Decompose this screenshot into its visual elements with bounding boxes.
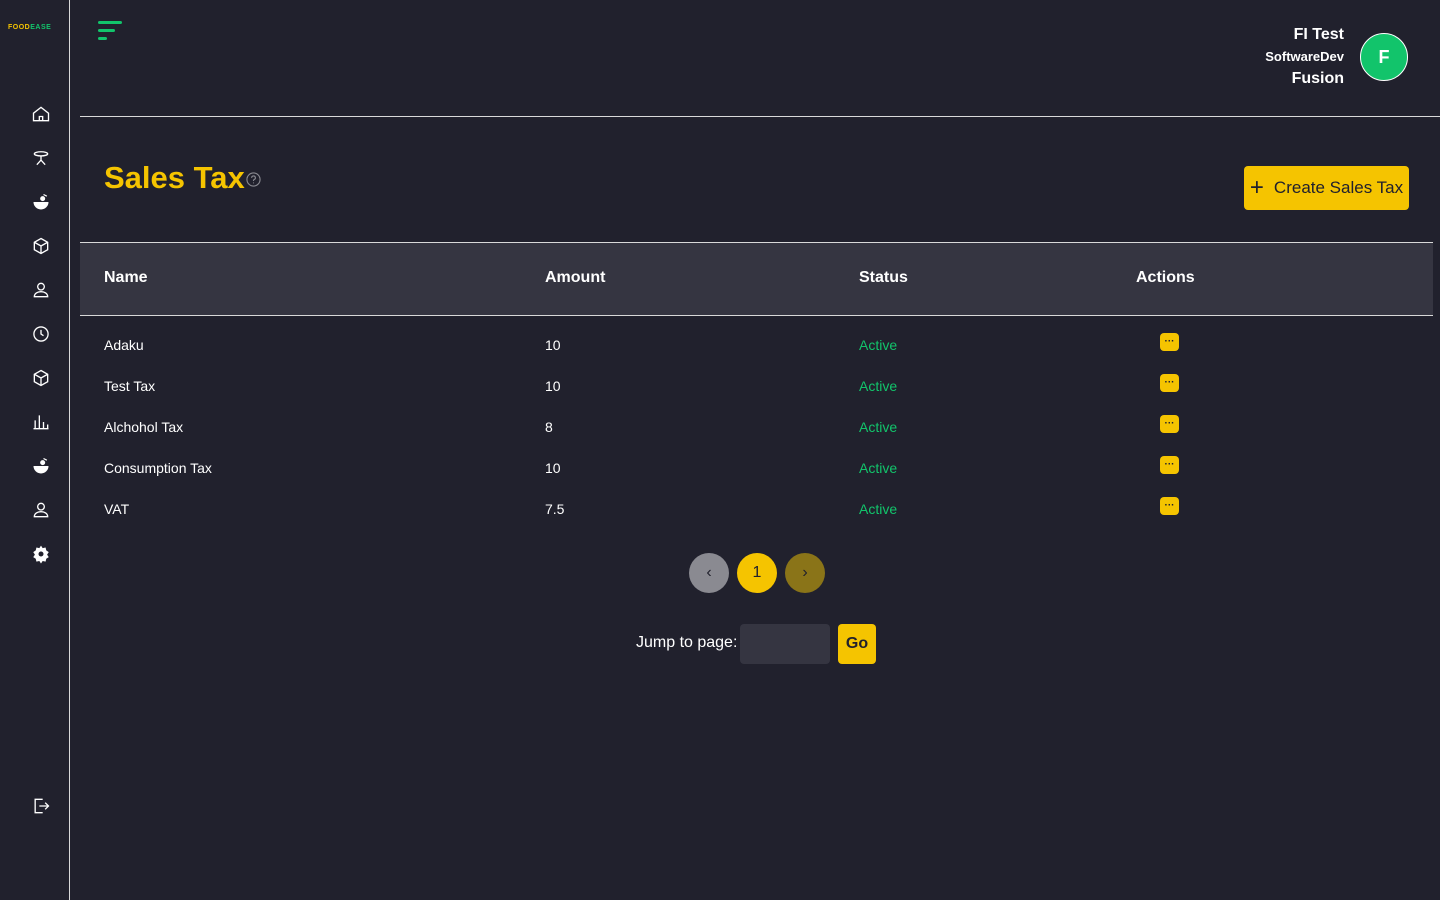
column-header-name[interactable]: Name — [104, 269, 148, 287]
status-badge: Active — [859, 460, 898, 476]
column-header-status[interactable]: Status — [859, 269, 908, 287]
header-divider — [80, 116, 1440, 117]
help-icon[interactable] — [246, 172, 261, 187]
column-header-actions: Actions — [1136, 269, 1195, 286]
user-name: FI Test — [1293, 26, 1344, 43]
menu-toggle-icon[interactable] — [98, 20, 124, 42]
sidebar-item-inventory[interactable] — [29, 234, 53, 258]
cell-amount: 10 — [545, 378, 561, 394]
chevron-right-icon: › — [802, 564, 808, 581]
sidebar-item-kitchen[interactable] — [29, 454, 53, 478]
box-icon — [33, 369, 49, 387]
table-row: Test Tax 10 Active ··· — [80, 366, 1433, 407]
cell-amount: 10 — [545, 337, 561, 353]
avatar[interactable]: F — [1360, 33, 1408, 81]
dining-table-icon — [33, 151, 49, 166]
row-actions-button[interactable]: ··· — [1160, 415, 1179, 433]
bar-chart-icon — [33, 415, 49, 430]
gear-icon — [33, 545, 49, 564]
user-organization: SoftwareDev — [1265, 49, 1344, 64]
cell-amount: 10 — [545, 460, 561, 476]
table-row: Alchohol Tax 8 Active ··· — [80, 407, 1433, 448]
box-icon — [33, 237, 49, 255]
row-actions-button[interactable]: ··· — [1160, 456, 1179, 474]
table-row: VAT 7.5 Active ··· — [80, 489, 1433, 530]
sidebar-item-staff[interactable] — [29, 498, 53, 522]
table-row: Adaku 10 Active ··· — [80, 325, 1433, 366]
row-actions-button[interactable]: ··· — [1160, 333, 1179, 351]
sidebar-item-history[interactable] — [29, 322, 53, 346]
cell-name: Adaku — [104, 337, 144, 353]
sidebar-item-settings[interactable] — [29, 542, 53, 566]
jump-to-page-label: Jump to page: — [636, 634, 738, 651]
page-title: Sales Tax — [104, 160, 245, 195]
home-icon — [32, 106, 50, 122]
sidebar-item-reports[interactable] — [29, 410, 53, 434]
page-1-button[interactable]: 1 — [737, 553, 777, 593]
sidebar-item-customers[interactable] — [29, 278, 53, 302]
cell-amount: 8 — [545, 419, 553, 435]
row-actions-button[interactable]: ··· — [1160, 497, 1179, 515]
sidebar-item-home[interactable] — [29, 102, 53, 126]
table-row: Consumption Tax 10 Active ··· — [80, 448, 1433, 489]
plus-icon: + — [1249, 174, 1264, 201]
cell-amount: 7.5 — [545, 501, 565, 517]
logout-icon — [34, 798, 50, 814]
logo-text-food: FOOD — [8, 24, 31, 31]
user-icon — [33, 502, 49, 518]
user-branch: Fusion — [1291, 70, 1344, 87]
logo-text-ease: EASE — [30, 24, 52, 31]
user-profile: FI Test SoftwareDev Fusion F — [1265, 24, 1408, 90]
user-icon — [33, 282, 49, 298]
logout-button[interactable] — [29, 794, 53, 818]
create-sales-tax-label: Create Sales Tax — [1273, 178, 1404, 197]
status-badge: Active — [859, 378, 898, 394]
cell-name: VAT — [104, 501, 130, 517]
app-logo[interactable]: FOODEASE — [8, 24, 51, 31]
cell-name: Consumption Tax — [104, 460, 212, 476]
food-bowl-icon — [33, 457, 49, 474]
chevron-left-icon: ‹ — [706, 564, 712, 581]
user-info: FI Test SoftwareDev Fusion — [1265, 24, 1344, 90]
table-header: Name Amount Status Actions — [80, 242, 1433, 316]
cell-name: Alchohol Tax — [104, 419, 184, 435]
next-page-button[interactable]: › — [785, 553, 825, 593]
status-badge: Active — [859, 419, 898, 435]
sidebar: FOODEASE — [0, 0, 70, 900]
row-actions-button[interactable]: ··· — [1160, 374, 1179, 392]
create-sales-tax-button[interactable]: + Create Sales Tax — [1244, 166, 1409, 210]
cell-name: Test Tax — [104, 378, 156, 394]
jump-to-page-input[interactable] — [740, 624, 830, 664]
column-header-amount[interactable]: Amount — [545, 269, 605, 287]
status-badge: Active — [859, 337, 898, 353]
previous-page-button[interactable]: ‹ — [689, 553, 729, 593]
sidebar-item-menu[interactable] — [29, 190, 53, 214]
sidebar-item-products[interactable] — [29, 366, 53, 390]
status-badge: Active — [859, 501, 898, 517]
food-bowl-icon — [33, 193, 49, 210]
clock-icon — [33, 326, 49, 342]
go-button[interactable]: Go — [838, 624, 876, 664]
sidebar-item-tables[interactable] — [29, 146, 53, 170]
